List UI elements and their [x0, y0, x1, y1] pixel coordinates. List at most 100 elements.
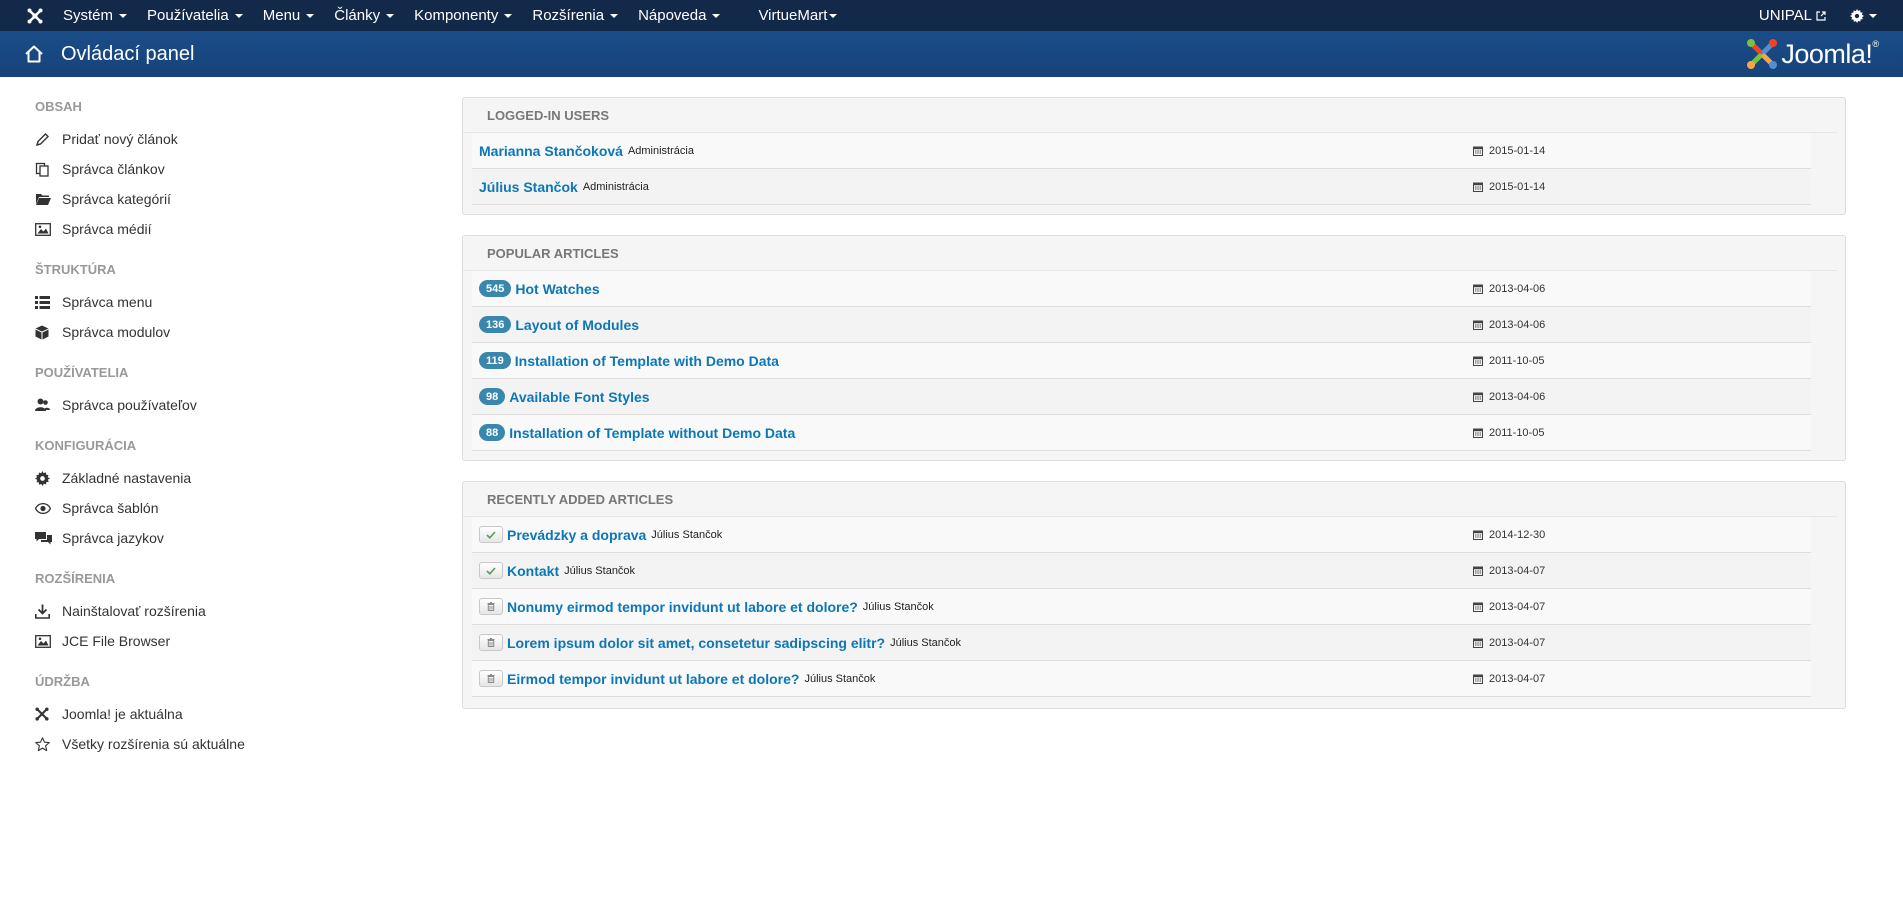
menu-system[interactable]: Systém: [53, 0, 137, 31]
article-link[interactable]: Hot Watches: [515, 281, 599, 297]
article-author: Július Stančok: [804, 672, 876, 685]
star-icon: [35, 735, 62, 753]
calendar-icon: [1473, 146, 1483, 156]
caret-down-icon: [1869, 13, 1877, 18]
sidebar-item-install-extensions[interactable]: Nainštalovať rozšírenia: [35, 596, 375, 626]
item-date: 2013-04-07: [1473, 601, 1545, 613]
sidebar-item-extensions-up-to-date[interactable]: Všetky rozšírenia sú aktuálne: [35, 729, 375, 759]
list-item: Marianna Stančoková Administrácia 2015-0…: [472, 133, 1811, 169]
item-date: 2015-01-14: [1473, 181, 1545, 193]
article-link[interactable]: Prevádzky a doprava: [507, 527, 646, 543]
list-item: 98 Available Font Styles 2013-04-06: [472, 379, 1811, 415]
brand-registered: ®: [1872, 39, 1879, 49]
sidebar-heading: OBSAH: [35, 98, 82, 114]
sidebar-item-global-configuration[interactable]: Základné nastavenia: [35, 463, 375, 493]
caret-down-icon: [829, 13, 838, 18]
item-date: 2013-04-06: [1473, 283, 1545, 295]
user-link[interactable]: Marianna Stančoková: [479, 143, 623, 159]
sidebar-heading: ŠTRUKTÚRA: [35, 261, 116, 277]
sidebar-item-category-manager[interactable]: Správca kategórií: [35, 184, 375, 214]
article-author: Július Stančok: [890, 636, 962, 649]
user-role: Administrácia: [627, 144, 694, 157]
sidebar-heading: ROZŠÍRENIA: [35, 570, 116, 586]
site-link[interactable]: UNIPAL: [1745, 0, 1840, 31]
sidebar-item-menu-manager[interactable]: Správca menu: [35, 287, 375, 317]
sidebar-section-maintenance: ÚDRŽBA Joomla! je aktuálna Všetky rozšír…: [35, 670, 375, 759]
menu-extensions[interactable]: Rozšírenia: [522, 0, 628, 31]
calendar-icon: [1473, 530, 1483, 540]
cube-icon: [35, 323, 62, 341]
item-date: 2013-04-06: [1473, 319, 1545, 331]
list-item: Nonumy eirmod tempor invidunt ut labore …: [472, 589, 1811, 625]
sidebar-item-language-manager[interactable]: Správca jazykov: [35, 523, 375, 553]
article-link[interactable]: Lorem ipsum dolor sit amet, consetetur s…: [507, 635, 885, 651]
sidebar-item-media-manager[interactable]: Správca médií: [35, 214, 375, 244]
sidebar-item-article-manager[interactable]: Správca článkov: [35, 154, 375, 184]
article-link[interactable]: Nonumy eirmod tempor invidunt ut labore …: [507, 599, 858, 615]
hits-badge: 119: [479, 352, 511, 369]
article-link[interactable]: Eirmod tempor invidunt ut labore et dolo…: [507, 671, 799, 687]
calendar-icon: [1473, 392, 1483, 402]
article-link[interactable]: Installation of Template without Demo Da…: [509, 425, 795, 441]
hits-badge: 136: [479, 316, 512, 333]
hits-badge: 545: [479, 280, 512, 297]
trashed-state-button[interactable]: [479, 670, 503, 687]
calendar-icon: [1473, 182, 1483, 192]
trash-icon: [487, 602, 495, 611]
joomla-logo-icon[interactable]: [17, 0, 53, 31]
article-link[interactable]: Installation of Template with Demo Data: [515, 353, 779, 369]
sidebar-item-module-manager[interactable]: Správca modulov: [35, 317, 375, 347]
image-icon: [35, 632, 62, 650]
published-state-button[interactable]: [479, 526, 503, 543]
article-author: Július Stančok: [564, 564, 636, 577]
menu-components[interactable]: Komponenty: [404, 0, 522, 31]
list-item: 136 Layout of Modules 2013-04-06: [472, 307, 1811, 343]
menu-menus[interactable]: Menu: [253, 0, 325, 31]
item-date: 2015-01-14: [1473, 145, 1545, 157]
sidebar-item-joomla-up-to-date[interactable]: Joomla! je aktuálna: [35, 699, 375, 729]
sidebar-item-jce-file-browser[interactable]: JCE File Browser: [35, 626, 375, 656]
calendar-icon: [1473, 638, 1483, 648]
item-date: 2011-10-05: [1473, 355, 1544, 367]
module-popular-articles: POPULAR ARTICLES 545 Hot Watches 2013-04…: [462, 235, 1846, 461]
menu-help[interactable]: Nápoveda: [628, 0, 730, 31]
check-icon: [486, 530, 496, 539]
calendar-icon: [1473, 320, 1483, 330]
comments-icon: [35, 529, 62, 547]
sidebar-item-template-manager[interactable]: Správca šablón: [35, 493, 375, 523]
calendar-icon: [1473, 356, 1483, 366]
module-recent-articles: RECENTLY ADDED ARTICLES Prevádzky a dopr…: [462, 481, 1846, 709]
check-icon: [486, 566, 496, 575]
menu-users[interactable]: Používatelia: [137, 0, 253, 31]
sidebar-section-structure: ŠTRUKTÚRA Správca menu Správca modulov: [35, 258, 375, 347]
menu-articles[interactable]: Články: [324, 0, 404, 31]
article-link[interactable]: Layout of Modules: [515, 317, 639, 333]
article-link[interactable]: Available Font Styles: [509, 389, 649, 405]
settings-dropdown[interactable]: [1840, 0, 1903, 31]
eye-icon: [35, 499, 62, 517]
list-item: Július Stančok Administrácia 2015-01-14: [472, 169, 1811, 205]
user-link[interactable]: Július Stančok: [479, 179, 578, 195]
sidebar-item-add-article[interactable]: Pridať nový článok: [35, 124, 375, 154]
article-link[interactable]: Kontakt: [507, 563, 559, 579]
published-state-button[interactable]: [479, 562, 503, 579]
sidebar: OBSAH Pridať nový článok Správca článkov…: [35, 95, 375, 773]
brand-name: Joomla!: [1781, 38, 1873, 69]
trashed-state-button[interactable]: [479, 634, 503, 651]
sidebar-section-users: POUŽÍVATELIA Správca používateľov: [35, 361, 375, 420]
hits-badge: 98: [479, 388, 506, 405]
item-date: 2014-12-30: [1473, 529, 1545, 541]
download-icon: [35, 602, 62, 620]
list-item: Kontakt Július Stančok 2013-04-07: [472, 553, 1811, 589]
module-title: POPULAR ARTICLES: [463, 236, 1837, 271]
trashed-state-button[interactable]: [479, 598, 503, 615]
article-author: Július Stančok: [862, 600, 934, 613]
user-role: Administrácia: [582, 180, 649, 193]
sidebar-item-user-manager[interactable]: Správca používateľov: [35, 390, 375, 420]
module-title: RECENTLY ADDED ARTICLES: [463, 482, 1837, 517]
menu-virtuemart[interactable]: VirtueMart: [748, 0, 847, 31]
logged-in-list: Marianna Stančoková Administrácia 2015-0…: [472, 133, 1811, 205]
list-item: 545 Hot Watches 2013-04-06: [472, 271, 1811, 307]
sidebar-heading: ÚDRŽBA: [35, 673, 90, 689]
list-item: Eirmod tempor invidunt ut labore et dolo…: [472, 661, 1811, 697]
